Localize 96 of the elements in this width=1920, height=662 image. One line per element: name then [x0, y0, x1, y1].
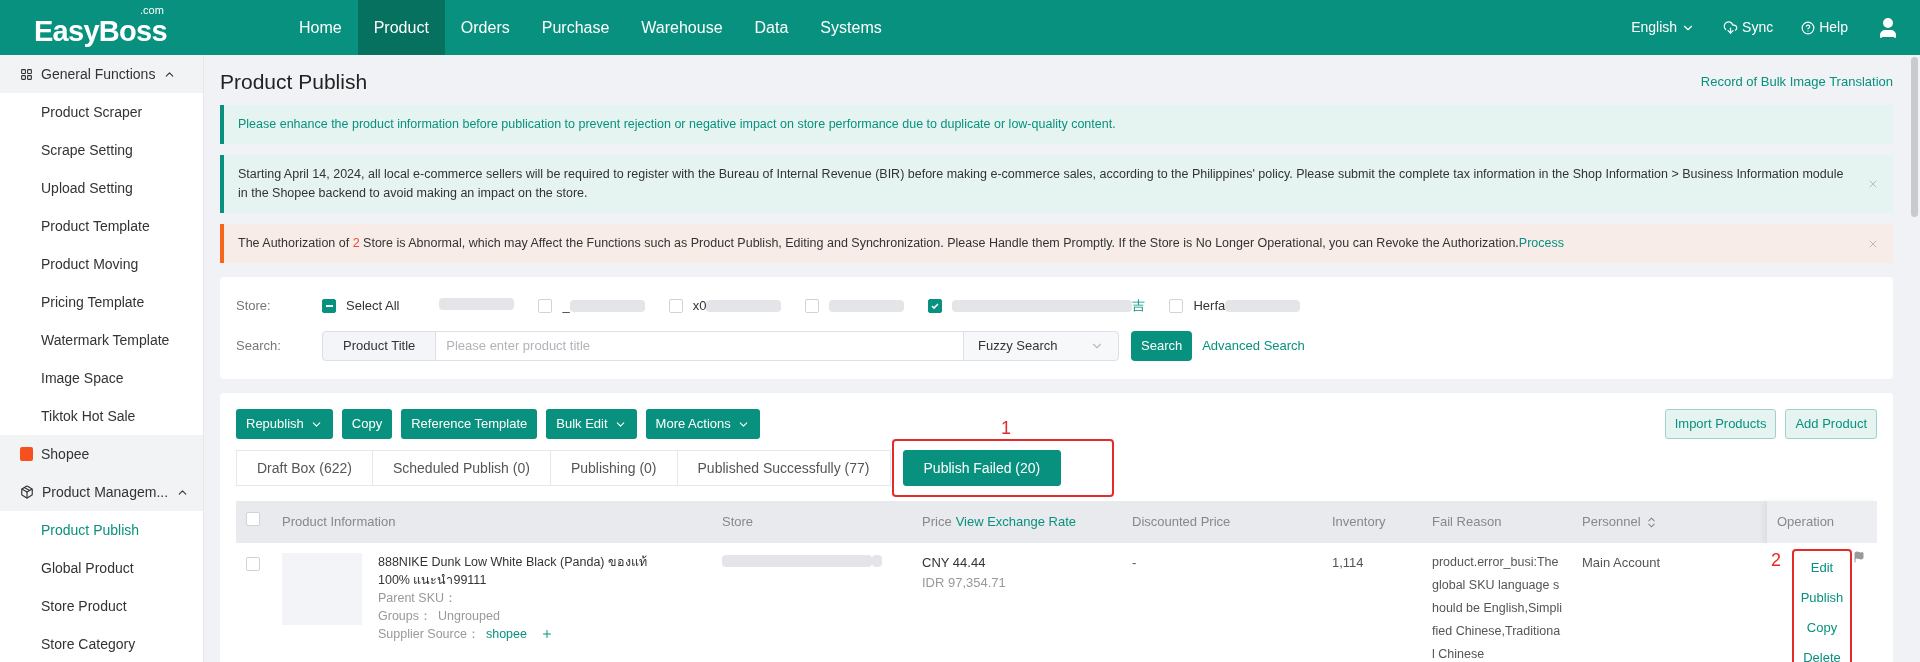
box-icon	[20, 485, 34, 499]
price-converted: IDR 97,354.71	[922, 574, 1007, 592]
store-name: _	[562, 297, 570, 316]
store-name: 吉	[1132, 297, 1146, 316]
groups-label: Groups：	[378, 608, 432, 625]
notice-text: Starting April 14, 2024, all local e-commerce sellers will be required to register with the Bureau of Internal Revenue (BIR) before making e-commerce sales, according to the Philippines' policy. Please submit the complete tax information in the Shop Information > Business Information module in the Shopee backend to avoid making an impact on the store.	[238, 166, 1845, 202]
nav-tab[interactable]: Purchase	[525, 0, 626, 55]
operation-link[interactable]: Publish	[1800, 583, 1844, 613]
sidebar-item[interactable]: Tiktok Hot Sale	[0, 397, 203, 435]
search-button[interactable]: Search	[1131, 331, 1193, 361]
logo: EasyBoss	[34, 17, 167, 46]
page-title: Product Publish	[220, 69, 368, 96]
advanced-search-link[interactable]: Advanced Search	[1202, 336, 1305, 356]
exchange-rate-link[interactable]: View Exchange Rate	[955, 512, 1077, 532]
sidebar-item[interactable]: Store Category	[0, 625, 203, 662]
process-link[interactable]: Process	[1518, 236, 1564, 250]
flag-icon[interactable]	[1853, 551, 1865, 563]
toolbar-button[interactable]: More Actions	[645, 409, 760, 439]
column-header: Store	[712, 501, 912, 543]
store-name: Herfa	[1193, 297, 1226, 316]
sidebar-group[interactable]: Shopee	[0, 435, 203, 473]
nav-tab[interactable]: Warehouse	[625, 0, 739, 55]
price: CNY 44.44	[922, 554, 987, 572]
nav-tab[interactable]: Home	[283, 0, 358, 55]
sidebar-item[interactable]: Global Product	[0, 549, 203, 587]
toolbar-button[interactable]: Copy	[341, 409, 393, 439]
column-header: Inventory	[1322, 501, 1422, 543]
grid-icon	[20, 67, 33, 81]
notice-text: The Authorization of 2 Store is Abnormal, which may Affect the Functions such as Product Publish, Editing and Synchronization. Please Handle them Promptly. If the Store is No Longer Operational, you can Revoke the Authorization.Process	[238, 235, 1565, 252]
language-dropdown[interactable]: English	[1631, 17, 1696, 38]
toolbar-button[interactable]: Add Product	[1785, 409, 1877, 439]
fail-reason: product.error_busi:The global SKU language should be English,Simplified Chinese,Traditional Chinese	[1432, 554, 1562, 662]
supplier-link[interactable]: shopee	[485, 625, 527, 643]
nav-tab[interactable]: Systems	[804, 0, 898, 55]
groups-value: Ungrouped	[438, 608, 500, 625]
sidebar-item[interactable]: Product Publish	[0, 511, 203, 549]
bulk-translation-link[interactable]: Record of Bulk Image Translation	[1700, 72, 1893, 92]
operation-link[interactable]: Copy	[1806, 613, 1838, 643]
sidebar-item[interactable]: Scrape Setting	[0, 131, 203, 169]
toolbar-button[interactable]: Bulk Edit	[546, 409, 637, 439]
nav-tab[interactable]: Orders	[444, 0, 526, 55]
sidebar-item[interactable]: Upload Setting	[0, 169, 203, 207]
toolbar-button[interactable]: Republish	[236, 409, 333, 439]
toolbar-button[interactable]: Import Products	[1664, 409, 1777, 439]
shop-bag-icon	[20, 447, 33, 461]
nav-tab[interactable]: Data	[738, 0, 805, 55]
sidebar-item[interactable]: Product Scraper	[0, 93, 203, 131]
status-tab[interactable]: Publish Failed (20)	[902, 450, 1062, 486]
store-label: Store:	[236, 297, 272, 316]
sidebar-item[interactable]: Image Space	[0, 359, 203, 397]
logo-suffix: .com	[140, 5, 164, 16]
check-icon	[930, 301, 941, 311]
column-header: Product Information	[272, 501, 712, 543]
help-button[interactable]: Help	[1801, 17, 1848, 38]
sync-button[interactable]: Sync	[1723, 17, 1774, 38]
sidebar-group[interactable]: Product Managem...	[0, 473, 203, 511]
close-icon[interactable]	[1867, 178, 1879, 190]
column-header: Personnel	[1572, 501, 1767, 543]
column-header: Fail Reason	[1422, 501, 1572, 543]
checkbox[interactable]	[928, 299, 943, 313]
status-tab[interactable]: Published Successfully (77)	[676, 450, 891, 486]
column-header: Price View Exchange Rate	[912, 501, 1122, 543]
checkbox[interactable]	[322, 299, 336, 313]
help-icon	[1801, 20, 1816, 35]
sidebar-item[interactable]: Store Product	[0, 587, 203, 625]
fuzzy-search-select[interactable]: Fuzzy Search	[963, 331, 1119, 361]
cloud-icon	[1723, 20, 1739, 35]
store-name: x0	[692, 297, 707, 316]
table-cell: Main Account	[1572, 543, 1767, 662]
select-all-label: Select All	[346, 297, 400, 316]
supplier-label: Supplier Source：	[378, 626, 480, 643]
sidebar-item[interactable]: Pricing Template	[0, 283, 203, 321]
product-title: 888NIKE Dunk Low White Black (Panda) ของแท้ 100% แนะนำ99111	[378, 554, 648, 589]
column-header: Discounted Price	[1122, 501, 1322, 543]
annotation-number: 2	[1771, 549, 1781, 572]
search-type-tag: Product Title	[322, 331, 437, 361]
status-tab[interactable]: Draft Box (622)	[236, 450, 373, 486]
table-cell: 1,114	[1322, 543, 1422, 662]
add-icon[interactable]	[540, 628, 553, 640]
search-field[interactable]: Please enter product title	[436, 331, 963, 361]
sidebar-item[interactable]: Watermark Template	[0, 321, 203, 359]
sidebar-item[interactable]: Product Template	[0, 207, 203, 245]
table-cell: -	[1122, 543, 1322, 662]
column-header: Operation	[1767, 501, 1877, 543]
parent-sku: Parent SKU：	[378, 590, 458, 607]
search-label: Search:	[236, 337, 282, 356]
status-tab[interactable]: Publishing (0)	[549, 450, 678, 486]
toolbar-button[interactable]: Reference Template	[401, 409, 538, 439]
operation-link[interactable]: Delete	[1803, 643, 1841, 662]
notice-text: Please enhance the product information before publication to prevent rejection or negative impact on store performance due to duplicate or low-quality content.	[238, 116, 1117, 133]
status-tab[interactable]: Scheduled Publish (0)	[371, 450, 551, 486]
operation-link[interactable]: Edit	[1810, 553, 1834, 583]
sidebar-item[interactable]: Product Moving	[0, 245, 203, 283]
nav-tab[interactable]: Product	[357, 0, 445, 55]
sidebar-group[interactable]: General Functions	[0, 55, 203, 93]
annotation-number: 1	[1001, 417, 1011, 440]
